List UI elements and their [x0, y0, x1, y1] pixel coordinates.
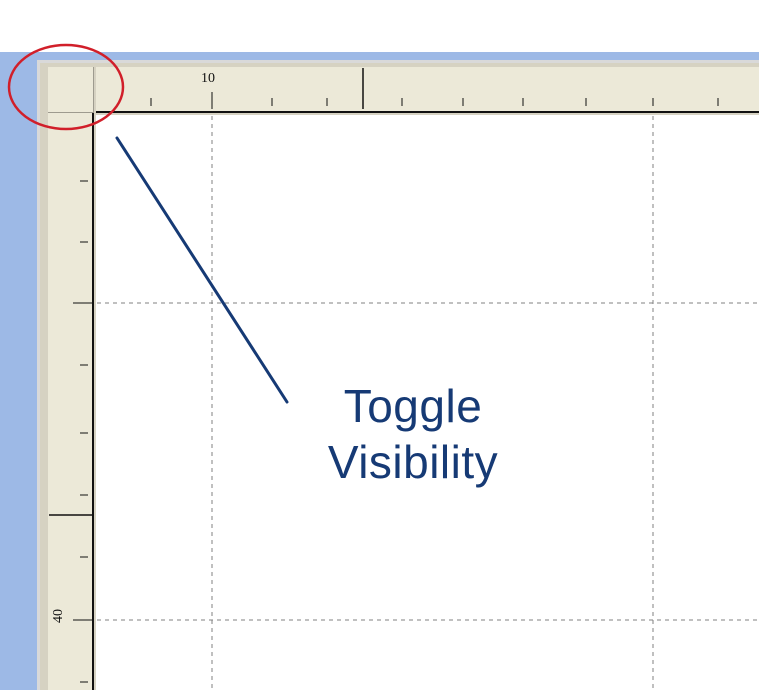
- window-title-strip: [0, 0, 759, 52]
- toggle-visibility-annotation: Toggle Visibility: [283, 378, 543, 490]
- top-ruler-label-10: 10: [201, 71, 215, 86]
- left-ruler-label-40: 40: [51, 609, 66, 623]
- ruler-corner-button[interactable]: [48, 67, 94, 113]
- annotation-line-1: Toggle: [343, 380, 483, 432]
- ruler-screenshot: 10 40 Toggle Visibility: [0, 0, 759, 690]
- annotation-line-2: Visibility: [327, 436, 499, 489]
- top-ruler[interactable]: [96, 67, 759, 113]
- left-ruler[interactable]: [48, 113, 94, 690]
